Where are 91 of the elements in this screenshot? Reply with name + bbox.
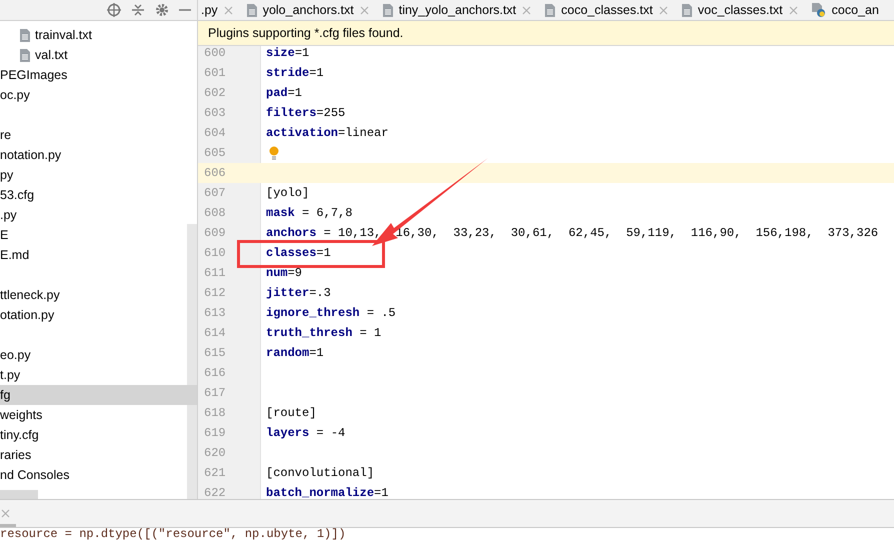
code-line: random=1: [266, 346, 324, 360]
tree-item[interactable]: weights: [0, 408, 42, 422]
code-line: batch_normalize=1: [266, 486, 388, 499]
tree-item[interactable]: trainval.txt: [35, 28, 92, 42]
code-line: ignore_thresh = .5: [266, 306, 396, 320]
line-number: 621: [203, 466, 227, 480]
code-editor[interactable]: [198, 43, 894, 499]
tree-item[interactable]: PEGImages: [0, 68, 68, 82]
line-number: 607: [203, 186, 227, 200]
tree-item[interactable]: tiny.cfg: [0, 428, 39, 442]
tree-item[interactable]: eo.py: [0, 348, 31, 362]
tree-item[interactable]: raries: [0, 448, 32, 462]
tree-item[interactable]: oc.py: [0, 88, 30, 102]
file-icon: [246, 4, 257, 16]
tree-item[interactable]: otation.py: [0, 308, 54, 322]
line-number: 600: [203, 46, 227, 60]
code-line: mask = 6,7,8: [266, 206, 352, 220]
code-line: [convolutional]: [266, 466, 374, 480]
settings-icon[interactable]: [155, 3, 169, 17]
line-number: 614: [203, 326, 227, 340]
close-icon[interactable]: [658, 6, 668, 14]
close-icon[interactable]: [360, 6, 369, 14]
lightbulb-icon[interactable]: [269, 146, 279, 160]
scrollbar[interactable]: [0, 490, 38, 499]
line-number: 602: [203, 86, 227, 100]
close-icon[interactable]: [224, 6, 233, 14]
code-line: filters=255: [266, 106, 346, 120]
line-number: 608: [203, 206, 227, 220]
code-line: layers = -4: [266, 426, 346, 440]
line-number: 605: [203, 146, 227, 160]
code-line: classes=1: [266, 246, 331, 260]
line-number: 610: [203, 246, 227, 260]
close-icon[interactable]: [1, 509, 10, 518]
collapse-icon[interactable]: [131, 3, 145, 17]
close-icon[interactable]: [522, 6, 532, 14]
tree-item[interactable]: t.py: [0, 368, 20, 382]
code-line: [route]: [266, 406, 316, 420]
tree-item[interactable]: .py: [0, 208, 17, 222]
line-number: 622: [203, 486, 227, 499]
tree-item[interactable]: E.md: [0, 248, 30, 262]
line-number: 611: [203, 266, 227, 280]
tree-item[interactable]: fg: [0, 388, 10, 402]
file-icon: [382, 4, 393, 16]
code-line: num=9: [266, 266, 302, 280]
line-number: 613: [203, 306, 227, 320]
tree-item[interactable]: E: [0, 228, 8, 242]
locate-icon[interactable]: [107, 3, 121, 17]
code-line: [yolo]: [266, 186, 310, 200]
code-line: jitter=.3: [266, 286, 331, 300]
editor-tab[interactable]: tiny_yolo_anchors.txt: [380, 0, 542, 20]
editor-tab[interactable]: voc_classes.txt: [678, 0, 809, 20]
code-line: stride=1: [266, 66, 324, 80]
scrollbar[interactable]: [187, 224, 197, 499]
line-number: 615: [203, 346, 227, 360]
line-number: 617: [203, 386, 227, 400]
line-number: 619: [203, 426, 227, 440]
tree-item[interactable]: ttleneck.py: [0, 288, 60, 302]
banner-text: Plugins supporting *.cfg files found.: [208, 26, 404, 40]
tree-item[interactable]: py: [0, 168, 14, 182]
tree-item[interactable]: notation.py: [0, 148, 62, 162]
editor-tab[interactable]: yolo_anchors.txt: [244, 0, 380, 20]
code-line: anchors = 10,13, 16,30, 33,23, 30,61, 62,45, 59,119, 116,90, 156,198, 373,326: [266, 226, 878, 240]
close-icon[interactable]: [788, 6, 798, 14]
code-line: activation=linear: [266, 126, 388, 140]
line-number: 603: [203, 106, 227, 120]
line-number: 618: [203, 406, 227, 420]
editor-tab[interactable]: coco_classes.txt: [542, 0, 679, 20]
python-file-icon: [812, 3, 826, 17]
line-number: 606: [203, 166, 227, 180]
line-number: 609: [203, 226, 227, 240]
file-icon: [682, 4, 692, 16]
tree-item[interactable]: 53.cfg: [0, 188, 34, 202]
line-number: 601: [203, 66, 227, 80]
code-line: truth_thresh = 1: [266, 326, 382, 340]
tree-item[interactable]: nd Consoles: [0, 468, 70, 482]
code-line: pad=1: [266, 86, 302, 100]
console-output: resource = np.dtype([("resource", np.ubyte, 1)]): [0, 528, 347, 540]
line-number: 620: [203, 446, 227, 460]
code-line: size=1: [266, 46, 310, 60]
selected-row[interactable]: fg: [0, 385, 197, 405]
line-number: 604: [203, 126, 227, 140]
scrollbar[interactable]: [0, 524, 16, 527]
line-number: 612: [203, 286, 227, 300]
file-icon: [20, 28, 30, 42]
tree-item[interactable]: re: [0, 128, 12, 142]
line-number: 616: [203, 366, 227, 380]
editor-tab[interactable]: .py: [198, 0, 244, 20]
file-icon: [20, 48, 30, 62]
editor-tab[interactable]: coco_an: [808, 0, 890, 20]
file-icon: [545, 4, 556, 16]
tree-item[interactable]: val.txt: [35, 48, 68, 62]
